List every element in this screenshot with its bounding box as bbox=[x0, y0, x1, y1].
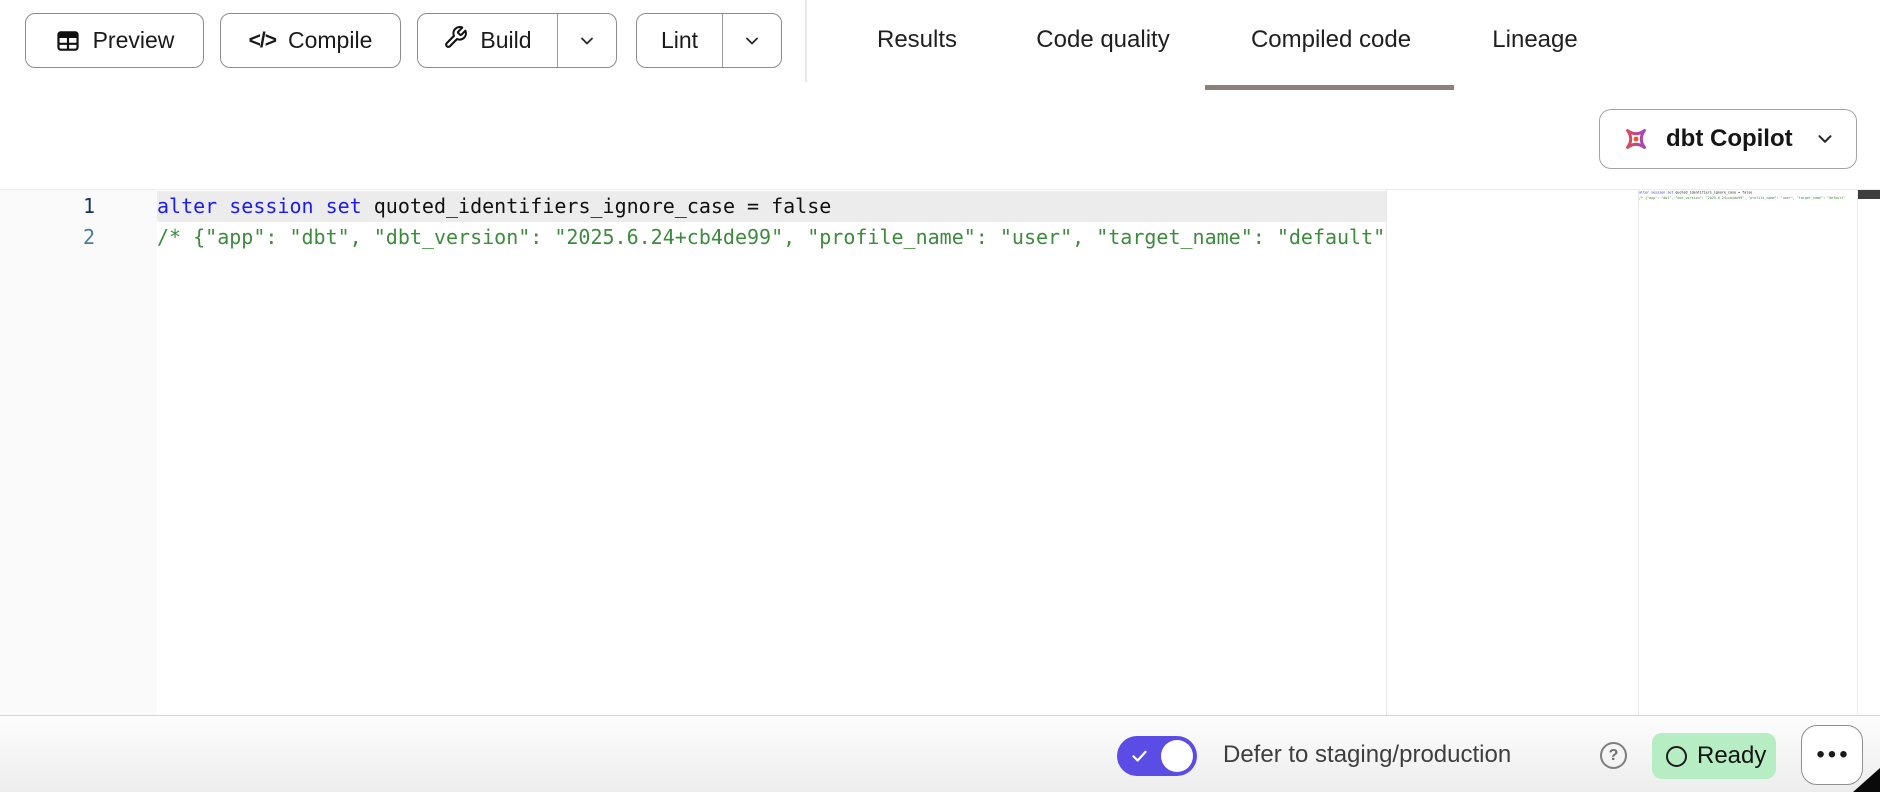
line-number: 1 bbox=[0, 191, 95, 222]
tab-code-quality[interactable]: Code quality bbox=[1036, 0, 1169, 80]
check-icon bbox=[1130, 747, 1149, 770]
tab-results[interactable]: Results bbox=[877, 0, 957, 80]
status-bar: Defer to staging/production ? Ready ••• bbox=[0, 715, 1880, 792]
lint-split-button: Lint bbox=[636, 13, 782, 68]
build-button[interactable]: Build bbox=[418, 14, 557, 67]
tab-lineage[interactable]: Lineage bbox=[1492, 0, 1577, 80]
build-dropdown-button[interactable] bbox=[557, 14, 616, 67]
code-text: alter session set quoted_identifiers_ign… bbox=[157, 191, 1386, 222]
wrench-icon bbox=[443, 25, 468, 56]
scrollbar-thumb[interactable] bbox=[1858, 190, 1880, 199]
editor-content-edge bbox=[1386, 190, 1387, 715]
minimap-content: alter session set quoted_identifiers_ign… bbox=[1639, 190, 1857, 200]
compile-button[interactable]: </> Compile bbox=[220, 13, 401, 68]
line-number-gutter bbox=[0, 190, 157, 715]
table-icon bbox=[55, 28, 81, 54]
toolbar-divider bbox=[805, 0, 807, 82]
dbt-copilot-button[interactable]: dbt Copilot bbox=[1599, 109, 1857, 169]
build-button-label: Build bbox=[480, 27, 531, 54]
lint-button[interactable]: Lint bbox=[637, 14, 722, 67]
minimap-line: /* {"app": "dbt", "dbt_version": "2025.6… bbox=[1639, 195, 1857, 200]
compile-button-label: Compile bbox=[288, 27, 372, 54]
ready-status-badge[interactable]: Ready bbox=[1652, 733, 1776, 779]
code-line[interactable]: 1 alter session set quoted_identifiers_ig… bbox=[0, 191, 1386, 222]
tab-compiled-code[interactable]: Compiled code bbox=[1251, 0, 1411, 80]
compiled-code-editor[interactable]: 1 alter session set quoted_identifiers_ig… bbox=[0, 189, 1880, 715]
preview-button[interactable]: Preview bbox=[25, 13, 204, 68]
chevron-down-icon bbox=[1814, 128, 1836, 150]
status-circle-icon bbox=[1666, 746, 1687, 767]
editor-scrollbar[interactable] bbox=[1857, 190, 1880, 715]
line-number: 2 bbox=[0, 222, 95, 253]
chevron-down-icon bbox=[577, 31, 597, 51]
code-content[interactable]: 1 alter session set quoted_identifiers_ig… bbox=[0, 191, 1386, 253]
code-text: /* {"app": "dbt", "dbt_version": "2025.6… bbox=[157, 222, 1386, 253]
lint-dropdown-button[interactable] bbox=[722, 14, 781, 67]
code-brackets-icon: </> bbox=[249, 29, 276, 53]
defer-toggle[interactable] bbox=[1117, 736, 1197, 776]
cursor-wedge bbox=[1852, 768, 1880, 792]
help-icon[interactable]: ? bbox=[1600, 742, 1627, 769]
preview-button-label: Preview bbox=[93, 27, 175, 54]
chevron-down-icon bbox=[742, 31, 762, 51]
toolbar: Preview </> Compile Build Lint bbox=[0, 0, 1880, 189]
build-split-button: Build bbox=[417, 13, 617, 68]
ready-status-label: Ready bbox=[1697, 742, 1766, 770]
defer-label: Defer to staging/production bbox=[1223, 716, 1511, 793]
code-line[interactable]: 2 /* {"app": "dbt", "dbt_version": "2025.… bbox=[0, 222, 1386, 253]
active-tab-underline bbox=[1205, 85, 1454, 90]
minimap[interactable]: alter session set quoted_identifiers_ign… bbox=[1638, 190, 1857, 715]
lint-button-label: Lint bbox=[661, 27, 698, 54]
toggle-knob[interactable] bbox=[1161, 740, 1193, 772]
dbt-copilot-sparkle-icon bbox=[1620, 123, 1652, 155]
dbt-copilot-label: dbt Copilot bbox=[1666, 125, 1814, 153]
